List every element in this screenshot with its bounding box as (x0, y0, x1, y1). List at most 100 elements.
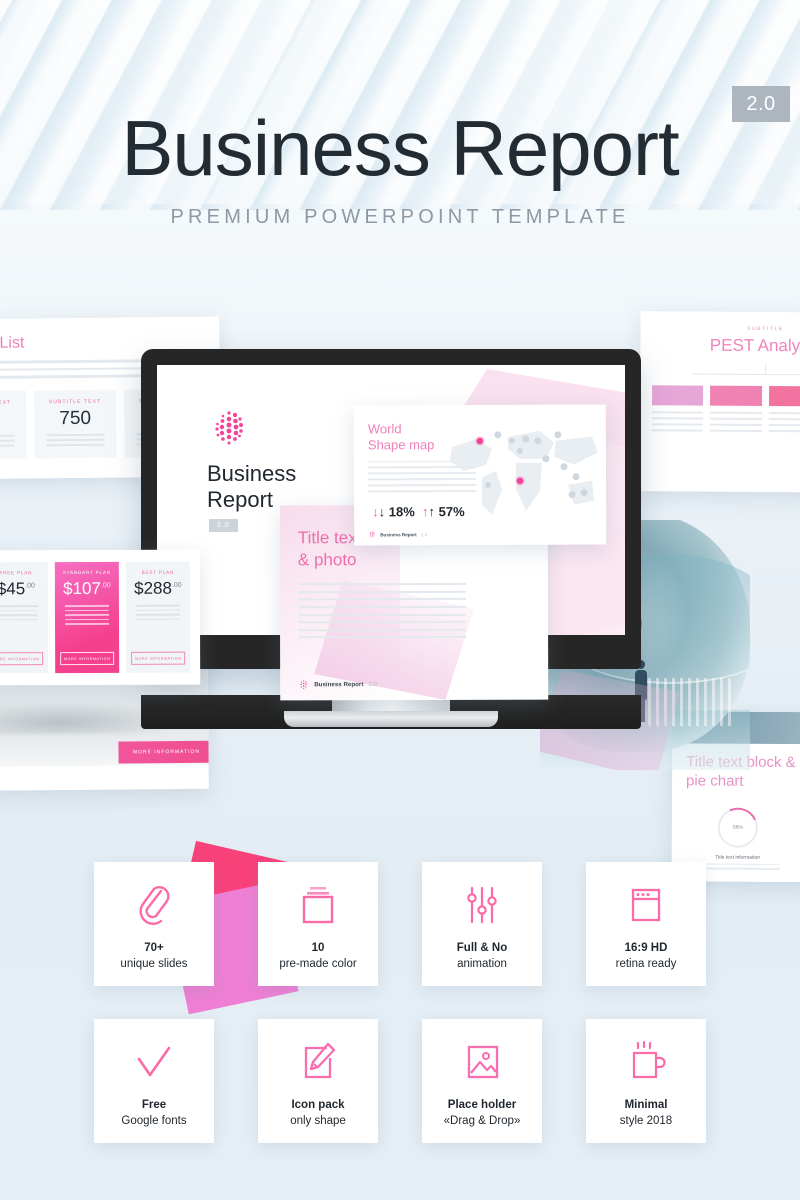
feature-line1: Icon pack (291, 1098, 345, 1111)
pencil-edit-icon (297, 1033, 339, 1085)
hero-header: Business Report PREMIUM POWERPOINT TEMPL… (0, 104, 800, 229)
pricing-label: FREE PLAN (0, 570, 33, 576)
color-layers-icon (296, 876, 340, 928)
feature-label: Minimal style 2018 (620, 1097, 672, 1130)
donut-value: 56% (732, 824, 743, 831)
feature-line2: retina ready (615, 958, 677, 970)
pest-connector-lines (652, 363, 800, 387)
slide-map-title: World Shape map (368, 421, 592, 454)
stat-value: 750 (59, 407, 92, 429)
feature-line1: Free (141, 1098, 167, 1111)
pricing-card-free: FREE PLAN $45.00 MORE INFORMATION (0, 562, 49, 674)
slide-photo-left-button[interactable]: MORE INFORMATION (118, 740, 209, 764)
pricing-button[interactable]: MORE INFORMATION (0, 652, 44, 666)
feature-label: Full & No animation (457, 940, 507, 973)
pricing-description (132, 604, 184, 621)
slide-world-shape-map: World Shape map ↓↓ 18% ↑↑ 57% Business R… (353, 404, 607, 546)
feature-line2: «Drag & Drop» (443, 1115, 521, 1127)
pricing-button-label: MORE INFORMATION (134, 656, 182, 661)
pricing-button-label: MORE INFORMATION (63, 656, 111, 661)
feature-label: 10 pre-made color (279, 940, 356, 973)
feature-label: Icon pack only shape (290, 1097, 346, 1130)
stat-card: SUBTITLE TEXT 750 (33, 389, 117, 458)
feature-line1: Full & No (456, 941, 508, 954)
feature-row-2: Free Google fonts Icon pack only shape P… (0, 1019, 800, 1143)
feature-label: Free Google fonts (121, 1097, 186, 1130)
footer-logo-icon (369, 531, 375, 538)
page-title: Business Report (121, 104, 679, 192)
pest-column-headers (651, 385, 800, 407)
pest-body (710, 411, 762, 436)
slide-pie-title-line2: pie chart (686, 772, 744, 790)
feature-line2: only shape (290, 1115, 346, 1127)
slide-map-title-line1: World (367, 421, 402, 437)
paperclip-icon (134, 876, 174, 928)
feature-card-retina-ready[interactable]: 16:9 HD retina ready (586, 862, 706, 986)
screen-title-line2: Report (207, 487, 274, 513)
pricing-button[interactable]: MORE INFORMATION (131, 651, 186, 665)
pest-header-economic (710, 385, 762, 406)
feature-card-animation[interactable]: Full & No animation (422, 862, 542, 986)
feature-line2: Google fonts (121, 1115, 187, 1127)
feature-card-icon-pack[interactable]: Icon pack only shape (258, 1019, 378, 1143)
slide-big-footer: Business Report 2.0 (298, 679, 377, 690)
pricing-amount-value: $288 (134, 578, 172, 598)
pest-body (768, 412, 800, 436)
coffee-cup-icon (625, 1033, 667, 1085)
slide-big-title-line2: & photo (297, 550, 357, 570)
footer-version: 2.0 (420, 531, 428, 537)
pricing-amount-value: $107 (63, 578, 101, 599)
pricing-card-best: BEST PLAN $288.00 MORE INFORMATION (125, 561, 191, 673)
page-subtitle: PREMIUM POWERPOINT TEMPLATE (170, 205, 630, 228)
pricing-amount: $288.00 (132, 579, 184, 599)
donut-caption: Title text information (715, 854, 761, 861)
brand-dot-hexagon-logo (209, 409, 249, 449)
pricing-description (0, 605, 42, 621)
slide-photo-left-button-label: MORE INFORMATION (132, 748, 201, 756)
feature-line2: pre-made color (279, 958, 357, 970)
feature-line2: unique slides (120, 958, 188, 970)
stat-down-value: ↓ 18% (378, 504, 415, 520)
slide-pest-title: PEST Analysis (709, 335, 800, 356)
pest-body (651, 411, 704, 435)
slide-pricing-table: FREE PLAN $45.00 MORE INFORMATION STANDA… (0, 549, 201, 686)
browser-window-icon (625, 876, 667, 928)
donut-chart: 56% (717, 807, 758, 848)
pricing-button[interactable]: MORE INFORMATION (60, 651, 115, 666)
pricing-description (61, 604, 113, 626)
feature-line2: style 2018 (619, 1115, 673, 1127)
stat-description (0, 434, 20, 447)
feature-line2: animation (457, 958, 507, 970)
slide-pest-subtitle: SUBTITLE (747, 325, 784, 333)
slide-map-footer: Business Report 2.0 (368, 530, 427, 538)
stat-value: 50 (0, 408, 19, 431)
stat-label: SUBTITLE TEXT (48, 398, 102, 405)
pricing-button-label: MORE INFORMATION (0, 656, 40, 661)
screen-title-line1: Business (207, 461, 297, 486)
feature-line1: Minimal (624, 1098, 668, 1111)
slide-map-stats: ↓↓ 18% ↑↑ 57% (372, 504, 465, 519)
pricing-amount-cents: .00 (100, 582, 111, 590)
image-placeholder-icon (461, 1033, 503, 1085)
pricing-card-standart: STANDART PLAN $107.00 MORE INFORMATION (54, 561, 120, 674)
slide-pest-analysis: SUBTITLE PEST Analysis (639, 311, 800, 493)
stat-up-value: ↑ 57% (428, 504, 465, 520)
feature-card-google-fonts[interactable]: Free Google fonts (94, 1019, 214, 1143)
slide-map-paragraph (367, 460, 477, 493)
stat-description (41, 433, 109, 446)
pest-column-bodies (651, 411, 800, 437)
feature-card-premade-color[interactable]: 10 pre-made color (258, 862, 378, 986)
feature-card-unique-slides[interactable]: 70+ unique slides (94, 862, 214, 986)
feature-card-minimal-style[interactable]: Minimal style 2018 (586, 1019, 706, 1143)
feature-label: 70+ unique slides (120, 940, 187, 973)
feature-line1: 16:9 HD (624, 941, 668, 954)
feature-card-place-holder[interactable]: Place holder «Drag & Drop» (422, 1019, 542, 1143)
pricing-amount: $107.00 (61, 579, 113, 599)
sliders-icon (462, 876, 502, 928)
pricing-cards: FREE PLAN $45.00 MORE INFORMATION STANDA… (0, 561, 191, 674)
monitor-stand-base (284, 711, 498, 727)
slide-map-title-line2: Shape map (367, 437, 435, 453)
footer-logo-icon (300, 680, 307, 689)
footer-brand: Business Report (314, 681, 364, 689)
slide-big-paragraph (297, 583, 467, 639)
